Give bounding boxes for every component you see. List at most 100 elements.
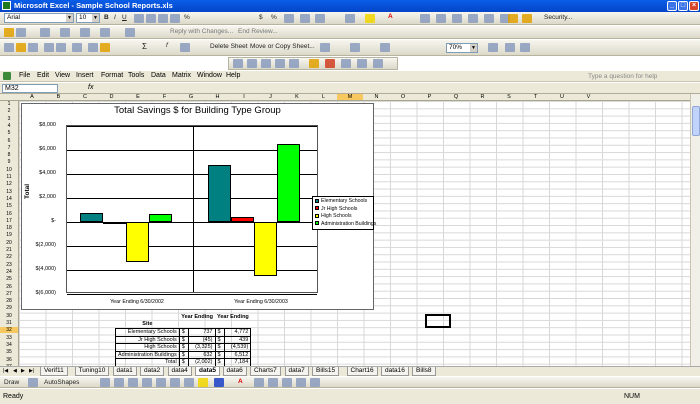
borders-icon[interactable] (345, 14, 355, 23)
tool-icon[interactable] (289, 59, 299, 68)
column-header-f[interactable]: F (152, 94, 178, 100)
row-header[interactable]: 22 (0, 254, 18, 260)
bar-jr-high-schools[interactable] (103, 222, 126, 224)
bold-button[interactable]: B (104, 14, 109, 21)
column-header-o[interactable]: O (390, 94, 416, 100)
sheet-tab-data6[interactable]: data6 (222, 367, 247, 376)
bar-jr-high-schools[interactable] (231, 216, 254, 222)
excel-doc-icon[interactable] (3, 72, 11, 80)
row-header[interactable]: 10 (0, 167, 18, 173)
row-header[interactable]: 24 (0, 269, 18, 275)
menu-edit[interactable]: Edit (37, 72, 49, 79)
row-header[interactable]: 17 (0, 218, 18, 224)
table-cell[interactable]: (3,325) (188, 343, 216, 352)
table-cell[interactable]: 4,772 (223, 328, 252, 337)
row-header[interactable]: 6 (0, 138, 18, 144)
italic-button[interactable]: I (114, 14, 116, 21)
folder-icon[interactable] (4, 28, 14, 37)
row-header[interactable]: 33 (0, 335, 18, 341)
table-cell[interactable]: $ (214, 358, 225, 367)
table-cell[interactable]: 632 (188, 350, 216, 360)
fill-color-icon[interactable] (365, 14, 375, 23)
column-header-c[interactable]: C (72, 94, 98, 100)
stop-icon[interactable] (325, 59, 335, 68)
percent-button[interactable]: % (184, 14, 190, 21)
textbox-icon[interactable] (156, 378, 166, 387)
plot-area[interactable] (66, 125, 318, 295)
open-icon[interactable] (16, 43, 26, 52)
bar-elementary-schools[interactable] (208, 164, 231, 222)
next-sheet-arrow-icon[interactable]: ▶ (21, 368, 25, 374)
row-header[interactable]: 27 (0, 291, 18, 297)
row-header[interactable]: 15 (0, 203, 18, 209)
security-button[interactable]: Security... (544, 14, 572, 21)
column-header-p[interactable]: P (417, 94, 443, 100)
table-cell[interactable]: (45) (188, 335, 216, 345)
row-header[interactable]: 7 (0, 145, 18, 151)
column-header-h[interactable]: H (205, 94, 231, 100)
row-header[interactable]: 2 (0, 108, 18, 114)
column-header-k[interactable]: K (284, 94, 310, 100)
menu-tools[interactable]: Tools (128, 72, 144, 79)
sheet-tab-bills15[interactable]: Bills15 (312, 367, 340, 376)
tool-icon[interactable] (357, 59, 367, 68)
table-cell[interactable]: $ (178, 328, 190, 337)
table-cell[interactable]: $ (178, 358, 190, 367)
sort-icon[interactable] (436, 14, 446, 23)
print-preview-icon[interactable] (56, 43, 66, 52)
form-icon[interactable] (484, 14, 494, 23)
shadow-icon[interactable] (296, 378, 306, 387)
row-header[interactable]: 20 (0, 240, 18, 246)
menu-format[interactable]: Format (101, 72, 123, 79)
menu-help[interactable]: Help (226, 72, 240, 79)
column-header-s[interactable]: S (496, 94, 522, 100)
row-header[interactable]: 13 (0, 189, 18, 195)
sheet-tab-tuning10[interactable]: Tuning10 (74, 367, 110, 376)
menu-insert[interactable]: Insert (76, 72, 94, 79)
draw-menu-button[interactable]: Draw (4, 379, 19, 386)
chevron-down-icon[interactable]: ▼ (470, 44, 477, 52)
table-cell[interactable]: $ (214, 350, 225, 360)
row-header[interactable]: 21 (0, 247, 18, 253)
row-header[interactable]: 32 (0, 327, 18, 334)
table-cell[interactable]: 7,184 (223, 358, 252, 367)
align-right-icon[interactable] (158, 14, 168, 23)
bar-high-schools[interactable] (254, 222, 277, 277)
table-cell[interactable]: 737 (188, 328, 216, 337)
clipart-icon[interactable] (184, 378, 194, 387)
last-sheet-arrow-icon[interactable]: ▶| (29, 368, 34, 374)
table-icon[interactable] (468, 14, 478, 23)
shield-icon[interactable] (522, 14, 532, 23)
tool-icon[interactable] (275, 59, 285, 68)
wordart-icon[interactable] (170, 378, 180, 387)
toolbar-options-icon[interactable] (520, 43, 530, 52)
table-cell[interactable]: Total (115, 358, 180, 367)
table-cell[interactable]: $ (214, 343, 225, 352)
comment-icon[interactable] (125, 28, 135, 37)
menu-matrix[interactable]: Matrix (172, 72, 191, 79)
table-cell[interactable]: Jr High Schools (115, 335, 180, 345)
row-header[interactable]: 9 (0, 159, 18, 165)
sheet-tab-chart16[interactable]: Chart16 (346, 367, 378, 376)
row-header[interactable]: 29 (0, 305, 18, 311)
row-header[interactable]: 5 (0, 130, 18, 136)
sheet-tab-data2[interactable]: data2 (140, 367, 165, 376)
help-icon[interactable] (488, 43, 498, 52)
underline-button[interactable]: U (122, 14, 127, 21)
print-icon[interactable] (40, 28, 50, 37)
chart-wizard-icon[interactable] (320, 43, 330, 52)
drawing-icon[interactable] (350, 43, 360, 52)
close-button[interactable]: × (689, 1, 699, 11)
sheet-tab-data4[interactable]: data4 (167, 367, 192, 376)
dash-style-icon[interactable] (268, 378, 278, 387)
paste-icon[interactable] (100, 43, 110, 52)
autoshapes-button[interactable]: AutoShapes (44, 379, 79, 386)
align-left-icon[interactable] (134, 14, 144, 23)
row-header[interactable]: 36 (0, 357, 18, 363)
row-header[interactable]: 11 (0, 174, 18, 180)
function-button[interactable]: f (166, 42, 168, 49)
prev-sheet-arrow-icon[interactable]: ◀ (13, 368, 17, 374)
increase-decimal-icon[interactable] (300, 14, 310, 23)
fill-color-icon[interactable] (198, 378, 208, 387)
move-copy-sheet-button[interactable]: Move or Copy Sheet... (250, 43, 315, 50)
